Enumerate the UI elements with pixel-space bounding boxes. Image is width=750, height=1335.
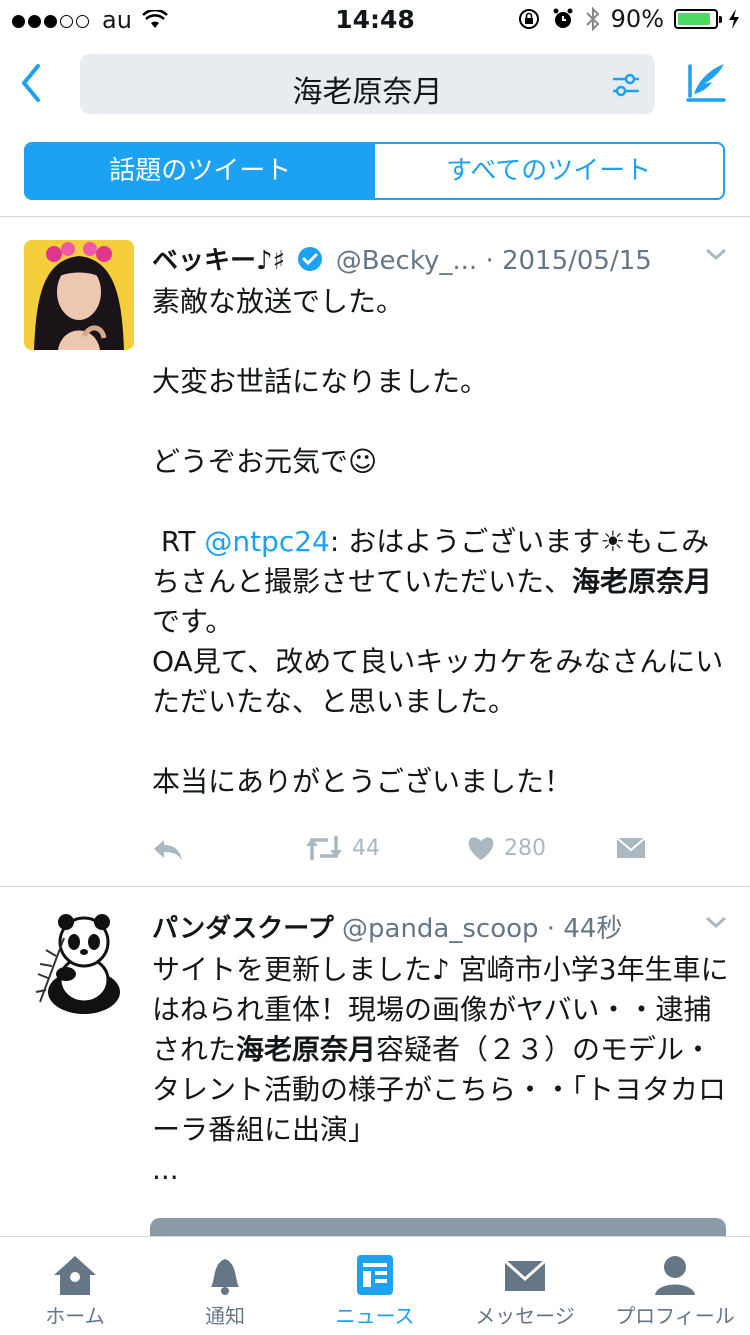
verified-badge-icon (298, 247, 323, 271)
news-icon (357, 1255, 393, 1295)
like-count: 280 (504, 835, 546, 861)
tweet[interactable]: ベッキー♪♯ @Becky_... · 2015/05/15 素敵な放送でした。… (0, 240, 750, 886)
tab-label: ニュース (335, 1304, 415, 1328)
bottom-tab-bar: ホーム 通知 ニュース メッセージ プロフィール (0, 1236, 750, 1335)
tab-top-tweets[interactable]: 話題のツイート (26, 144, 375, 198)
status-icons: 90% (517, 5, 740, 33)
tab-news[interactable]: ニュース (300, 1237, 450, 1335)
avatar-portrait-image (24, 240, 134, 350)
retweet-button[interactable]: 44 (304, 834, 380, 862)
user-handle[interactable]: @panda_scoop (342, 914, 539, 944)
panda-avatar-image (35, 914, 120, 1014)
battery-percent: 90% (610, 5, 664, 33)
tweet-date: · 44秒 (546, 914, 623, 944)
tweet[interactable]: パンダスクープ @panda_scoop · 44秒 サイトを更新しました♪ 宮… (0, 908, 750, 1238)
filter-settings-icon[interactable] (611, 70, 641, 100)
chevron-down-icon[interactable] (704, 914, 728, 930)
reply-button[interactable] (152, 836, 184, 862)
chevron-down-icon[interactable] (704, 246, 728, 262)
tweet-header: パンダスクープ @panda_scoop · 44秒 (152, 908, 732, 944)
tab-label: ホーム (45, 1304, 105, 1328)
alarm-icon (553, 8, 573, 28)
avatar[interactable] (24, 908, 134, 1018)
retweet-icon (306, 836, 342, 860)
search-header: 海老原奈月 (0, 40, 750, 128)
divider (0, 216, 750, 217)
direct-message-button[interactable] (616, 836, 646, 860)
tab-home[interactable]: ホーム (0, 1237, 150, 1335)
mention-link[interactable]: @ntpc24 (204, 525, 330, 558)
like-button[interactable]: 280 (466, 834, 546, 862)
envelope-icon (616, 837, 646, 858)
reply-icon (154, 840, 182, 860)
tab-label: プロフィール (615, 1304, 735, 1328)
rotation-lock-icon (518, 9, 539, 29)
tweet-date: · 2015/05/15 (485, 246, 652, 276)
bluetooth-icon (585, 6, 600, 32)
person-icon (655, 1256, 695, 1295)
search-highlight: 海老原奈月 (572, 565, 713, 598)
tab-messages[interactable]: メッセージ (450, 1237, 600, 1335)
tweet-text: 素敵な放送でした。 大変お世話になりました。 どうぞお元気で☺ RT @ntpc… (152, 282, 732, 802)
tweet-filter-tabs: 話題のツイート すべてのツイート (24, 142, 725, 200)
tweet-text-part: 素敵な放送でした。 大変お世話になりました。 どうぞお元気で☺ RT (152, 285, 489, 558)
search-field[interactable]: 海老原奈月 (80, 54, 655, 114)
display-name[interactable]: ベッキー♪♯ (152, 246, 285, 276)
display-name[interactable]: パンダスクープ (152, 914, 334, 944)
search-query[interactable]: 海老原奈月 (80, 67, 655, 111)
user-handle[interactable]: @Becky_... (336, 246, 477, 276)
bell-icon (211, 1259, 239, 1295)
charging-icon (729, 9, 739, 29)
envelope-icon (503, 1259, 547, 1291)
tab-notifications[interactable]: 通知 (150, 1237, 300, 1335)
search-highlight: 海老原奈月 (236, 1033, 377, 1066)
tab-all-tweets[interactable]: すべてのツイート (375, 144, 724, 198)
tweet-text: サイトを更新しました♪ 宮崎市小学3年生車にはねられ重体！現場の画像がヤバい・・… (152, 950, 732, 1190)
status-bar: au 14:48 90% (0, 0, 750, 40)
divider (0, 886, 750, 887)
tab-label: メッセージ (475, 1304, 575, 1328)
retweet-count: 44 (352, 835, 380, 861)
back-icon[interactable] (14, 60, 50, 106)
compose-tweet-icon[interactable] (684, 60, 728, 104)
home-icon (54, 1256, 96, 1295)
tab-label: 通知 (205, 1304, 245, 1328)
tweet-header: ベッキー♪♯ @Becky_... · 2015/05/15 (152, 240, 732, 276)
tweet-text-part: です。 OA見て、改めて良いキッカケをみなさんにいただいたな、と思いました。 本… (152, 605, 724, 798)
avatar[interactable] (24, 240, 134, 350)
tab-profile[interactable]: プロフィール (600, 1237, 750, 1335)
heart-icon (468, 837, 494, 860)
tweet-actions: 44 280 (152, 832, 712, 872)
battery-icon (674, 9, 722, 29)
